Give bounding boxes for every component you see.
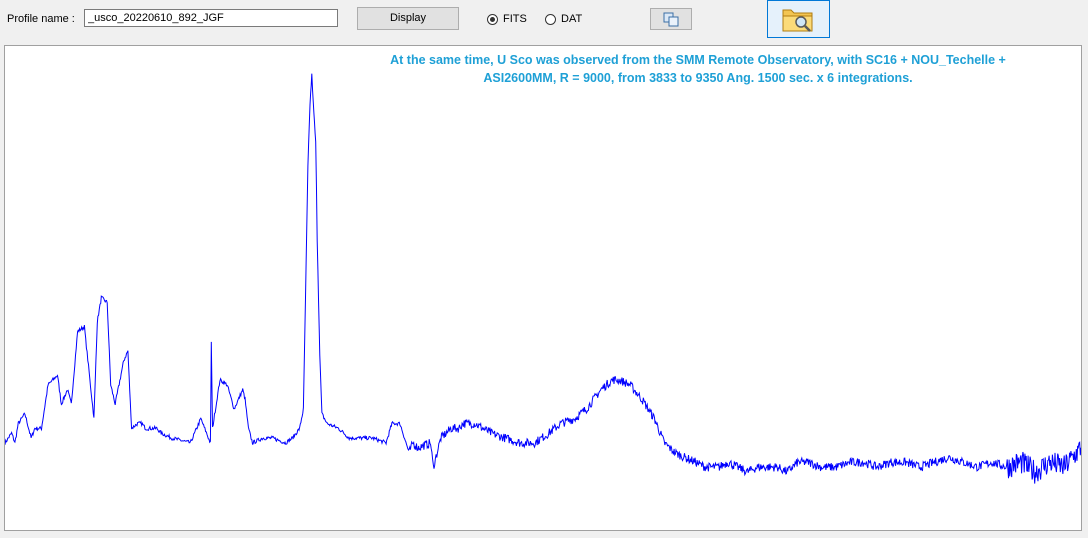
- radio-fits-label: FITS: [503, 13, 527, 25]
- profile-name-label: Profile name :: [7, 13, 75, 25]
- copy-icon: [663, 12, 679, 27]
- spectrum-series-line: [5, 73, 1081, 484]
- copy-button[interactable]: [650, 8, 692, 30]
- display-button[interactable]: Display: [357, 7, 459, 30]
- toolbar: Profile name : Display FITS DAT: [0, 0, 1088, 44]
- radio-fits-indicator[interactable]: [487, 13, 498, 25]
- folder-search-icon: [782, 9, 813, 32]
- spectrum-chart: [5, 73, 1081, 484]
- observation-note-line-1: At the same time, U Sco was observed fro…: [390, 53, 1006, 67]
- observation-note-line-2: ASI2600MM, R = 9000, from 3833 to 9350 A…: [483, 71, 913, 85]
- radio-dat[interactable]: DAT: [545, 11, 582, 27]
- radio-dat-label: DAT: [561, 13, 583, 25]
- profile-name-input[interactable]: [84, 9, 338, 27]
- open-folder-button[interactable]: [767, 0, 830, 38]
- spectrum-plot: At the same time, U Sco was observed fro…: [4, 45, 1082, 531]
- radio-fits[interactable]: FITS: [487, 11, 527, 27]
- radio-dat-indicator[interactable]: [545, 13, 556, 25]
- observation-note: At the same time, U Sco was observed fro…: [318, 51, 1078, 87]
